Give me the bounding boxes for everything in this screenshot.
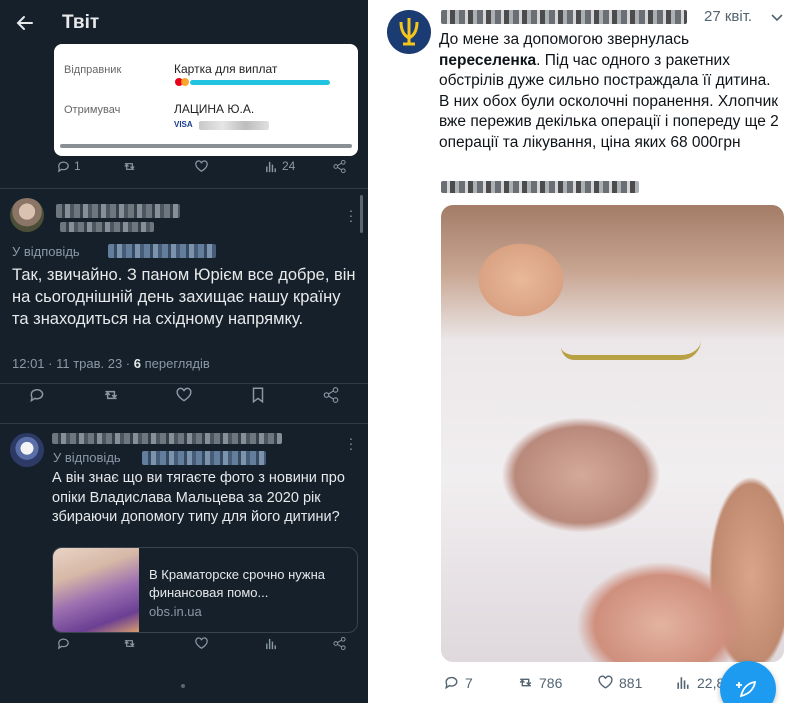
tweet-text: До мене за допомогою звернулась переселе… [439, 31, 779, 151]
tweet-photo[interactable] [441, 205, 784, 662]
retweet-button[interactable] [102, 386, 120, 404]
views-icon [266, 161, 276, 172]
like-button[interactable] [194, 636, 209, 651]
heart-icon [195, 636, 208, 649]
link-preview-card[interactable]: В Краматорске срочно нужна финансовая по… [52, 547, 358, 633]
views-icon [677, 677, 689, 689]
like-count: 881 [619, 674, 643, 691]
retweet-icon [519, 678, 532, 687]
redacted-card-number [441, 181, 639, 193]
views-button[interactable] [264, 636, 279, 651]
reply-count: 7 [465, 674, 473, 691]
redacted-username [56, 204, 180, 218]
retweet-button[interactable] [122, 636, 137, 651]
like-button[interactable] [175, 386, 193, 404]
reply-icon [57, 638, 69, 649]
tweet-meta: 12:01 · 11 трав. 23 · 6 переглядів [12, 356, 210, 371]
receipt-image[interactable]: Відправник Картка для виплат Отримувач Л… [54, 44, 358, 156]
views-button[interactable]: 22,8 [675, 674, 724, 691]
views-button[interactable]: 24 [264, 159, 295, 174]
bookmark-button[interactable] [249, 386, 267, 404]
link-thumbnail [53, 548, 139, 632]
views-label: переглядів [144, 356, 210, 371]
redacted-mention[interactable] [142, 451, 266, 465]
sender-value: Картка для виплат [174, 62, 278, 76]
reply-button[interactable] [56, 636, 71, 651]
reply-button[interactable]: 7 [443, 674, 473, 691]
redacted-handle [60, 222, 154, 232]
like-button[interactable]: 881 [597, 674, 642, 691]
receipt-scroll-bar [60, 144, 352, 148]
divider [0, 188, 368, 189]
views-number: 6 [133, 356, 141, 371]
retweet-icon [104, 390, 118, 400]
screenshot-collage: Твіт Відправник Картка для виплат Отриму… [0, 0, 794, 703]
divider [0, 383, 368, 384]
recipient-label: Отримувач [64, 104, 121, 116]
sender-label: Відправник [64, 64, 122, 76]
share-icon [333, 636, 346, 650]
heart-icon [195, 159, 208, 172]
scrollbar[interactable] [360, 195, 363, 233]
compose-button[interactable] [720, 661, 776, 703]
views-icon [266, 638, 276, 649]
more-options-icon[interactable]: · · · [348, 203, 354, 227]
reply-text: А він знає що ви тягаєте фото з новини п… [52, 470, 345, 525]
retweet-count: 786 [539, 674, 563, 691]
share-icon [323, 387, 339, 403]
reply-icon [445, 676, 458, 690]
reply-to-label: У відповідь [53, 450, 121, 465]
reply-text: Так, звичайно. З паном Юрієм все добре, … [12, 266, 356, 328]
reply-icon [57, 161, 69, 172]
redacted-username [52, 433, 282, 444]
reply-to-label: У відповідь [12, 244, 80, 259]
like-button[interactable] [194, 159, 209, 174]
medical-tube [561, 340, 701, 360]
heart-icon [598, 675, 613, 689]
timestamp: 12:01 · 11 трав. 23 · [12, 356, 131, 371]
avatar[interactable] [10, 433, 44, 467]
reply-icon [30, 389, 44, 403]
reply-count: 1 [74, 159, 81, 173]
compose-feather-icon [736, 680, 757, 698]
link-title: В Краматорске срочно нужна финансовая по… [149, 567, 326, 600]
avatar-logo[interactable] [387, 10, 431, 54]
avatar[interactable] [10, 198, 44, 232]
share-button[interactable] [332, 636, 347, 651]
redacted-mention[interactable] [108, 244, 216, 258]
back-arrow-icon[interactable] [14, 12, 36, 34]
redaction-underline [190, 80, 330, 85]
tweet-date: 27 квіт. [704, 8, 753, 25]
top-bar: Твіт [0, 0, 368, 46]
share-button[interactable] [322, 386, 340, 404]
retweet-button[interactable]: 786 [517, 674, 562, 691]
share-icon [333, 159, 346, 173]
recipient-value: ЛАЦИНА Ю.А. [174, 102, 255, 116]
more-options-icon[interactable]: · · · [348, 431, 354, 455]
share-button[interactable] [332, 159, 347, 174]
redacted-card-number [199, 121, 269, 130]
divider [0, 423, 368, 424]
reply-button[interactable] [28, 386, 46, 404]
thread-panel: Твіт Відправник Картка для виплат Отриму… [0, 0, 368, 703]
mastercard-icon [175, 78, 189, 86]
trident-logo-icon [387, 10, 431, 54]
nav-indicator [181, 684, 185, 688]
retweet-icon [124, 639, 135, 647]
bookmark-icon [252, 387, 264, 404]
reply-button[interactable]: 1 [56, 159, 81, 174]
chevron-down-icon[interactable] [770, 10, 784, 24]
link-domain: obs.in.ua [149, 604, 202, 619]
redacted-username [441, 10, 687, 24]
page-title: Твіт [62, 12, 100, 33]
visa-label: VISA [174, 120, 193, 129]
retweet-button[interactable] [122, 159, 137, 174]
heart-icon [176, 387, 192, 402]
retweet-icon [124, 162, 135, 170]
bold-word: переселенка [439, 51, 537, 69]
views-count: 24 [282, 159, 296, 173]
fundraising-tweet: 27 квіт. До мене за допомогою звернулась… [373, 0, 794, 703]
